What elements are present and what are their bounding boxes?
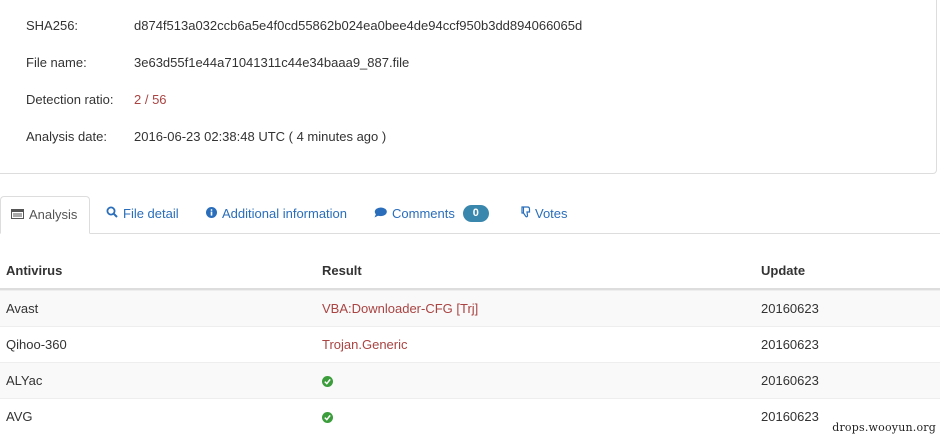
antivirus-name: Avast — [6, 301, 39, 316]
table-row: AVG 20160623 — [0, 398, 940, 434]
antivirus-name: ALYac — [6, 373, 43, 388]
sha256-value: d874f513a032ccb6a5e4f0cd55862b024ea0bee4… — [134, 18, 583, 33]
analysis-date-value: 2016-06-23 02:38:48 UTC ( 4 minutes ago … — [134, 129, 387, 144]
detection-result: VBA:Downloader-CFG [Trj] — [322, 301, 479, 316]
tab-comments-label: Comments — [392, 206, 455, 221]
comment-icon — [374, 196, 387, 232]
tab-analysis-label: Analysis — [29, 207, 78, 222]
tab-additional-information[interactable]: Additional information — [206, 196, 347, 234]
antivirus-name: Qihoo-360 — [6, 337, 67, 352]
update-date: 20160623 — [761, 301, 819, 316]
file-info-panel: SHA256: d874f513a032ccb6a5e4f0cd55862b02… — [0, 0, 937, 174]
file-name-value: 3e63d55f1e44a71041311c44e34baaa9_887.fil… — [134, 55, 410, 70]
update-column-header: Update — [761, 263, 806, 278]
thumbs-down-icon — [521, 196, 531, 232]
check-icon — [322, 412, 333, 423]
table-header-row: Antivirus Result Update — [0, 252, 940, 290]
info-icon — [206, 196, 217, 232]
detection-ratio-value: 2 / 56 — [134, 92, 167, 107]
tab-comments[interactable]: Comments 0 — [374, 196, 489, 234]
tab-votes-label: Votes — [535, 206, 568, 221]
update-date: 20160623 — [761, 373, 819, 388]
antivirus-name: AVG — [6, 409, 33, 424]
tab-file-detail-label: File detail — [123, 206, 179, 221]
detection-ratio-label: Detection ratio: — [26, 92, 114, 107]
table-row: ALYac 20160623 — [0, 362, 940, 398]
tab-file-detail[interactable]: File detail — [106, 196, 179, 234]
table-row: Avast VBA:Downloader-CFG [Trj] 20160623 — [0, 290, 940, 326]
watermark: drops.wooyun.org — [828, 418, 940, 437]
tab-additional-information-label: Additional information — [222, 206, 348, 221]
result-column-header: Result — [322, 263, 362, 278]
analysis-date-label: Analysis date: — [26, 129, 107, 144]
table-icon — [11, 197, 24, 233]
table-row: Qihoo-360 Trojan.Generic 20160623 — [0, 326, 940, 362]
search-icon — [106, 196, 118, 232]
tab-votes[interactable]: Votes — [521, 196, 568, 234]
tab-analysis[interactable]: Analysis — [0, 196, 91, 234]
comments-count-badge: 0 — [462, 205, 489, 223]
update-date: 20160623 — [761, 337, 819, 352]
report-tabs: Analysis File detail Additional informat… — [0, 196, 940, 234]
detection-result: Trojan.Generic — [322, 337, 408, 352]
update-date: 20160623 — [761, 409, 819, 424]
clean-result — [322, 408, 333, 426]
clean-result — [322, 372, 333, 390]
check-icon — [322, 376, 333, 387]
antivirus-column-header: Antivirus — [6, 263, 63, 278]
sha256-label: SHA256: — [26, 18, 79, 33]
file-name-label: File name: — [26, 55, 87, 70]
